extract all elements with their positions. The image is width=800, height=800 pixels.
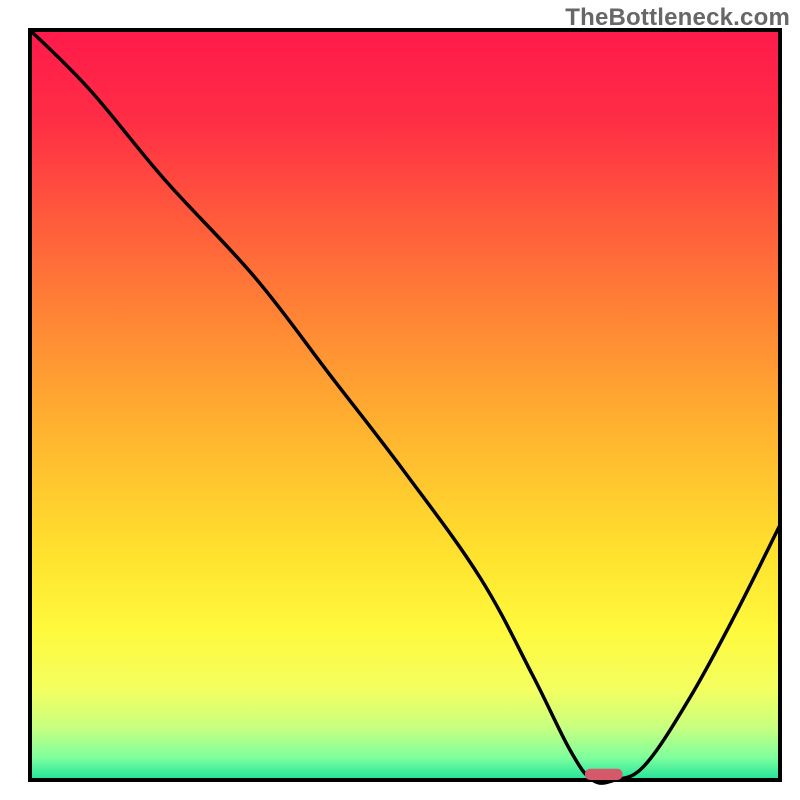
plot-background [30,30,780,780]
watermark-text: TheBottleneck.com [565,4,790,32]
chart-svg [0,0,800,800]
bottleneck-chart: TheBottleneck.com [0,0,800,800]
optimal-marker [585,769,623,780]
